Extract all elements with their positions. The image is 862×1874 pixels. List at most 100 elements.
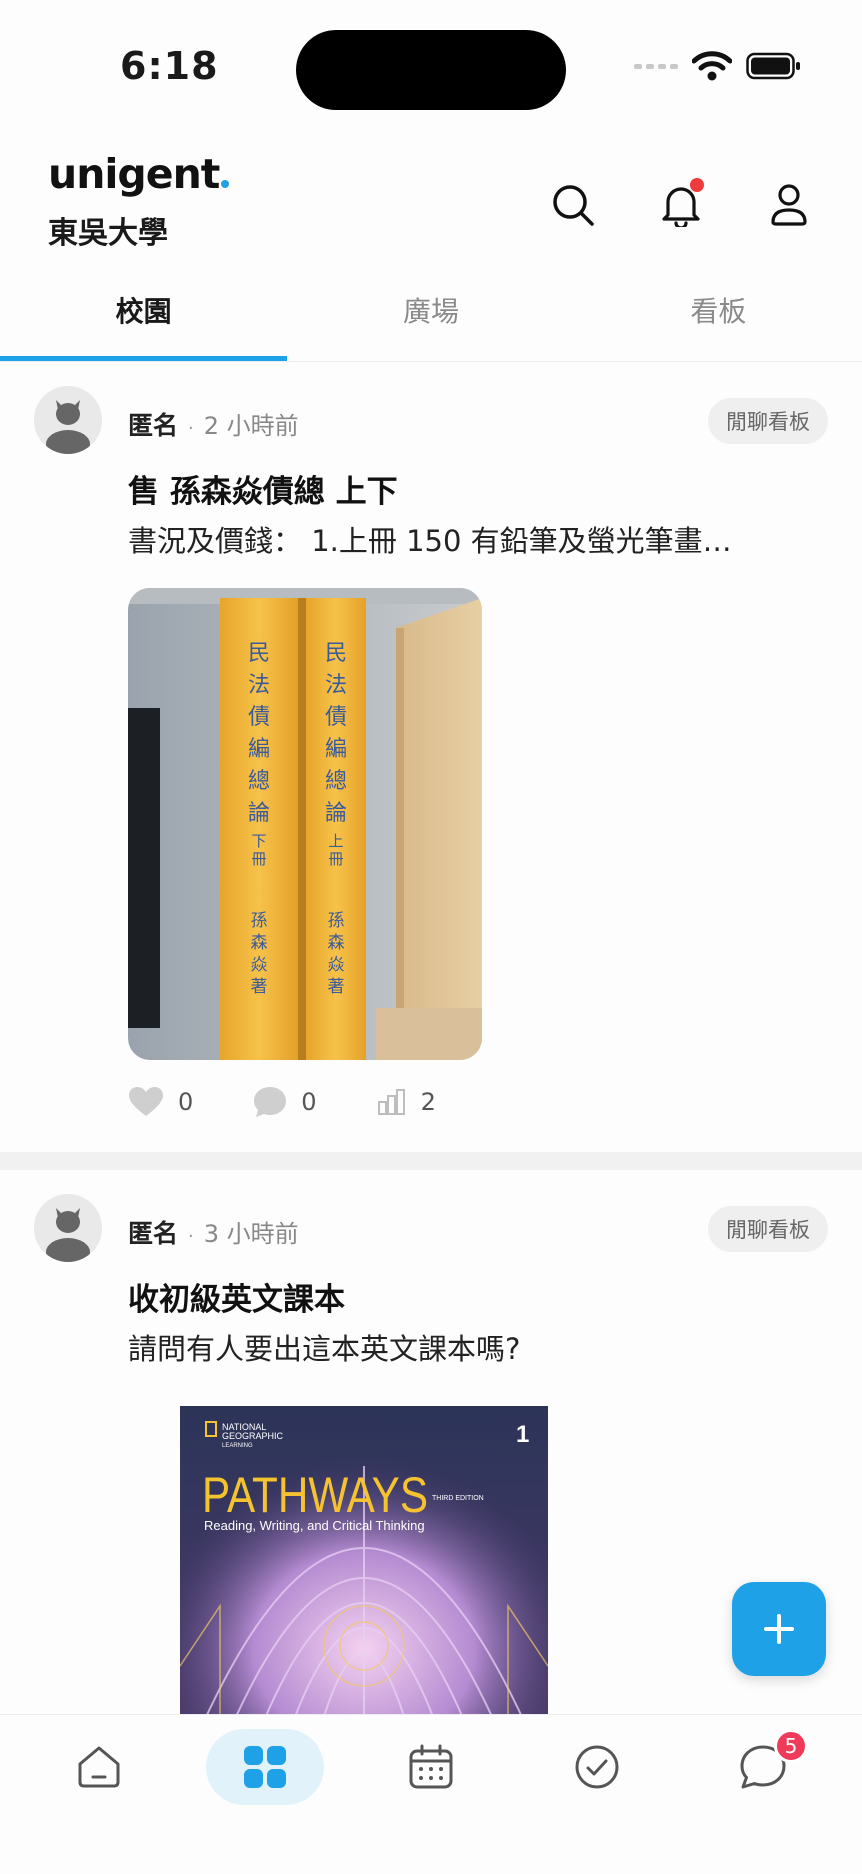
- post-title: 售 孫森焱債總 上下: [128, 474, 398, 510]
- comment-count: 0: [301, 1088, 317, 1116]
- nav-tasks[interactable]: [538, 1729, 656, 1805]
- svg-text:法: 法: [248, 673, 270, 698]
- dynamic-island: [296, 30, 566, 110]
- post-meta: 匿名 · 3 小時前: [128, 1214, 299, 1250]
- svg-text:債: 債: [325, 705, 347, 730]
- logo-dot: [221, 180, 230, 188]
- svg-text:論: 論: [248, 801, 270, 826]
- svg-text:焱: 焱: [328, 955, 345, 975]
- board-badge[interactable]: 閒聊看板: [708, 1206, 828, 1252]
- post-body: 書況及價錢： 1.上冊 150 有鉛筆及螢光筆畫…: [128, 524, 732, 558]
- tab-boards[interactable]: 看板: [575, 262, 862, 361]
- publisher-line3: LEARNING: [222, 1443, 253, 1449]
- post-feed: 匿名 · 2 小時前 閒聊看板 售 孫森焱債總 上下 書況及價錢： 1.上冊 1…: [0, 362, 862, 1730]
- check-circle-icon: [575, 1745, 619, 1789]
- heart-icon: [129, 1087, 163, 1116]
- user-icon: [771, 184, 807, 226]
- like-count: 0: [178, 1088, 194, 1116]
- cellular-signal-icon: [634, 64, 678, 69]
- svg-text:總: 總: [248, 769, 270, 794]
- svg-text:總: 總: [325, 769, 347, 794]
- wifi-icon: [692, 51, 732, 81]
- tab-campus[interactable]: 校園: [0, 262, 288, 361]
- svg-text:論: 論: [325, 801, 347, 826]
- post-body: 請問有人要出這本英文課本嗎?: [128, 1332, 521, 1366]
- grid-icon: [244, 1746, 286, 1788]
- calendar-icon: [409, 1744, 453, 1789]
- bar-chart-icon: [377, 1089, 405, 1115]
- publisher-line2: GEOGRAPHIC: [222, 1431, 284, 1441]
- home-icon: [78, 1746, 120, 1788]
- svg-text:森: 森: [251, 933, 268, 953]
- nav-feed[interactable]: [206, 1729, 324, 1805]
- post-divider: [0, 1152, 862, 1170]
- svg-text:民: 民: [325, 641, 347, 666]
- post-title: 收初級英文課本: [128, 1282, 345, 1318]
- book-edition: THIRD EDITION: [432, 1495, 484, 1502]
- svg-text:編: 編: [325, 737, 347, 762]
- svg-text:孫: 孫: [328, 911, 345, 931]
- status-bar: 6:18: [0, 0, 862, 140]
- post-time: 3 小時前: [203, 1220, 299, 1248]
- app-logo: unigent: [48, 150, 230, 198]
- svg-text:焱: 焱: [251, 955, 268, 975]
- like-button[interactable]: 0: [128, 1086, 193, 1118]
- app-header: unigent 東吳大學: [0, 140, 862, 260]
- unread-badge: 5: [774, 1729, 808, 1763]
- post-stats: 0 0 2: [128, 1086, 436, 1118]
- avatar[interactable]: [34, 386, 102, 454]
- svg-text:冊: 冊: [251, 850, 266, 868]
- svg-text:著: 著: [251, 977, 268, 997]
- book-level: 1: [516, 1421, 529, 1448]
- plus-icon: [764, 1614, 794, 1644]
- post-meta: 匿名 · 2 小時前: [128, 406, 299, 442]
- status-icons: [634, 50, 802, 82]
- create-post-button[interactable]: [732, 1582, 826, 1676]
- law-books-photo: 民 法 債 編 總 論 下 冊 孫 森 焱 著 民 法 債 編 總 論 上 冊 …: [128, 588, 482, 1060]
- post-card[interactable]: 匿名 · 2 小時前 閒聊看板 售 孫森焱債總 上下 書況及價錢： 1.上冊 1…: [0, 362, 862, 1152]
- comment-button[interactable]: 0: [253, 1086, 317, 1118]
- svg-text:冊: 冊: [328, 850, 343, 868]
- nav-home[interactable]: [40, 1729, 158, 1805]
- svg-text:著: 著: [328, 977, 345, 997]
- svg-text:下: 下: [251, 832, 266, 850]
- battery-icon: [746, 52, 800, 80]
- meta-separator: ·: [188, 1226, 194, 1247]
- nav-messages[interactable]: 5: [704, 1729, 822, 1805]
- profile-button[interactable]: [764, 180, 814, 230]
- svg-text:民: 民: [248, 641, 270, 666]
- svg-text:孫: 孫: [251, 911, 268, 931]
- book-subtitle: Reading, Writing, and Critical Thinking: [204, 1518, 425, 1533]
- notification-dot: [690, 178, 704, 192]
- search-button[interactable]: [548, 180, 598, 230]
- book-title: PATHWAYS: [202, 1467, 428, 1523]
- svg-text:法: 法: [325, 673, 347, 698]
- status-time: 6:18: [120, 44, 219, 88]
- bottom-nav: 5: [0, 1714, 862, 1874]
- svg-text:森: 森: [328, 933, 345, 953]
- pathways-cover-photo: NATIONAL GEOGRAPHIC LEARNING 1 PATHWAYS …: [180, 1406, 548, 1730]
- comment-icon: [254, 1087, 287, 1117]
- post-image-textbook[interactable]: NATIONAL GEOGRAPHIC LEARNING 1 PATHWAYS …: [180, 1406, 548, 1730]
- post-author: 匿名: [128, 1219, 179, 1248]
- post-author: 匿名: [128, 411, 179, 440]
- header-actions: [548, 178, 814, 230]
- avatar[interactable]: [34, 1194, 102, 1262]
- search-icon: [553, 185, 594, 226]
- tab-plaza[interactable]: 廣場: [287, 262, 574, 361]
- views-stat: 2: [377, 1088, 436, 1116]
- post-image-books[interactable]: 民 法 債 編 總 論 下 冊 孫 森 焱 著 民 法 債 編 總 論 上 冊 …: [128, 588, 482, 1060]
- post-time: 2 小時前: [203, 412, 299, 440]
- svg-text:編: 編: [248, 737, 270, 762]
- svg-text:上: 上: [328, 832, 343, 850]
- anonymous-cat-avatar-icon: [34, 386, 102, 454]
- svg-text:債: 債: [248, 705, 270, 730]
- feed-tabs: 校園 廣場 看板: [0, 262, 862, 362]
- nav-calendar[interactable]: [372, 1729, 490, 1805]
- notifications-button[interactable]: [656, 178, 706, 230]
- board-badge[interactable]: 閒聊看板: [708, 398, 828, 444]
- meta-separator: ·: [188, 418, 194, 439]
- school-name: 東吳大學: [48, 216, 168, 251]
- anonymous-cat-avatar-icon: [34, 1194, 102, 1262]
- view-count: 2: [420, 1088, 436, 1116]
